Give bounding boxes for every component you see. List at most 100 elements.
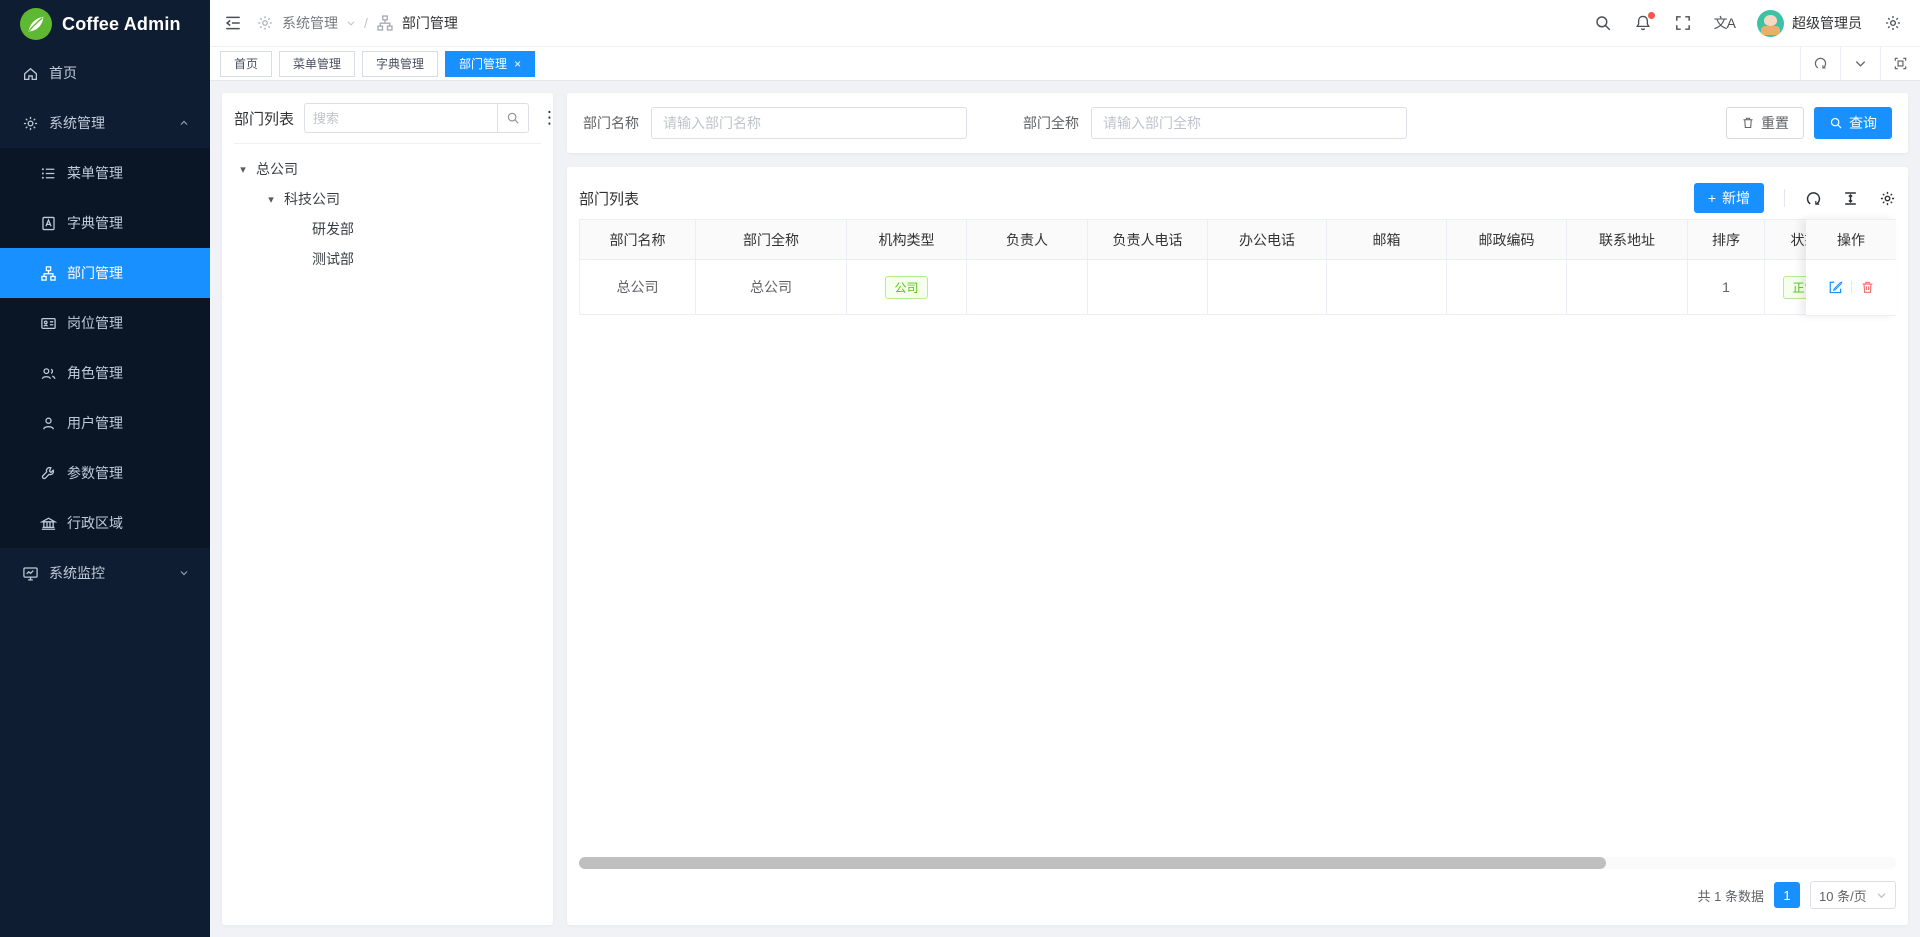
gear-icon (22, 115, 39, 132)
fullscreen-icon[interactable] (1674, 14, 1692, 32)
sidebar-item-label: 字典管理 (67, 213, 190, 233)
sidebar-item-region[interactable]: 行政区域 (0, 498, 210, 548)
page-1-button[interactable]: 1 (1774, 882, 1800, 908)
pagination-total: 共 1 条数据 (1698, 886, 1764, 905)
dept-fullname-label: 部门全称 (1023, 113, 1079, 133)
col-address[interactable]: 联系地址 (1567, 220, 1688, 260)
search-icon[interactable] (1594, 14, 1612, 32)
sidebar-item-menu-mgmt[interactable]: 菜单管理 (0, 148, 210, 198)
sidebar-item-dict-mgmt[interactable]: 字典管理 (0, 198, 210, 248)
sidebar-item-role-mgmt[interactable]: 角色管理 (0, 348, 210, 398)
sidebar-item-home[interactable]: 首页 (0, 48, 210, 98)
delete-row-icon[interactable] (1860, 280, 1875, 295)
notifications-bell-icon[interactable] (1634, 14, 1652, 32)
dept-fullname-input[interactable] (1091, 107, 1407, 139)
filter-bar: 部门名称 部门全称 重置 查询 (567, 93, 1908, 153)
tree-more-menu-icon[interactable]: ⋮ (539, 108, 560, 128)
col-dept-fullname[interactable]: 部门全称 (696, 220, 847, 260)
tab-dept-mgmt[interactable]: 部门管理 × (445, 51, 535, 77)
dept-table: 部门名称 部门全称 机构类型 负责人 负责人电话 办公电话 邮箱 邮政编码 联系… (579, 219, 1896, 315)
tree-node[interactable]: 研发部 (234, 214, 541, 244)
sidebar-item-label: 角色管理 (67, 363, 190, 383)
tree-search (304, 103, 529, 133)
wrench-icon (40, 465, 57, 482)
sidebar-item-label: 系统监控 (49, 563, 168, 583)
tree-node[interactable]: 测试部 (234, 244, 541, 274)
tree-node[interactable]: ▾ 总公司 (234, 154, 541, 184)
sidebar-item-system[interactable]: 系统管理 (0, 98, 210, 148)
tabbar: 首页 菜单管理 字典管理 部门管理 × (210, 47, 1920, 81)
search-button[interactable]: 查询 (1814, 107, 1892, 139)
trash-icon (1741, 116, 1755, 130)
search-icon (1829, 116, 1843, 130)
chevron-down-icon (346, 18, 356, 28)
col-email[interactable]: 邮箱 (1327, 220, 1447, 260)
sidebar-item-label: 行政区域 (67, 513, 190, 533)
content-area: 部门列表 ⋮ ▾ 总公司 ▾ (210, 81, 1920, 937)
sidebar-item-monitor[interactable]: 系统监控 (0, 548, 210, 598)
col-office-phone[interactable]: 办公电话 (1208, 220, 1327, 260)
org-chart-icon (376, 14, 394, 32)
table-row[interactable]: 总公司 总公司 公司 1 正 (580, 260, 1897, 315)
notification-badge (1648, 12, 1655, 19)
col-leader-phone[interactable]: 负责人电话 (1088, 220, 1208, 260)
tree-search-input[interactable] (304, 103, 497, 133)
tab-menu-mgmt[interactable]: 菜单管理 (279, 51, 355, 77)
collapse-sidebar-icon[interactable] (224, 14, 242, 32)
tree-panel-title: 部门列表 (234, 108, 294, 129)
leaf-logo-icon (20, 8, 52, 40)
refresh-tab-icon[interactable] (1800, 47, 1840, 80)
edit-row-icon[interactable] (1828, 280, 1843, 295)
tab-dict-mgmt[interactable]: 字典管理 (362, 51, 438, 77)
col-dept-name[interactable]: 部门名称 (580, 220, 696, 260)
dept-tree: ▾ 总公司 ▾ 科技公司 研发部 测试部 (234, 144, 541, 274)
caret-down-icon[interactable]: ▾ (236, 163, 250, 176)
list-icon (40, 165, 57, 182)
user-menu[interactable]: 超级管理员 (1757, 10, 1862, 37)
app-root: Coffee Admin 首页 系统管理 菜单管理 字典管理 (0, 0, 1920, 937)
horizontal-scrollbar[interactable] (579, 857, 1896, 869)
chevron-up-icon (178, 117, 190, 129)
refresh-table-icon[interactable] (1805, 190, 1822, 207)
tab-actions-chevron-icon[interactable] (1840, 47, 1880, 80)
bank-icon (40, 515, 57, 532)
dept-name-label: 部门名称 (583, 113, 639, 133)
column-settings-gear-icon[interactable] (1879, 190, 1896, 207)
col-sort[interactable]: 排序 (1688, 220, 1765, 260)
col-leader[interactable]: 负责人 (967, 220, 1088, 260)
tree-search-button[interactable] (497, 103, 529, 133)
main-area: 系统管理 / 部门管理 (210, 0, 1920, 937)
org-chart-icon (40, 265, 57, 282)
tab-home[interactable]: 首页 (220, 51, 272, 77)
sidebar-item-post-mgmt[interactable]: 岗位管理 (0, 298, 210, 348)
col-operations: 操作 (1806, 219, 1896, 260)
sidebar-item-label: 首页 (49, 63, 190, 83)
table-title: 部门列表 (579, 188, 639, 209)
chevron-down-icon (178, 567, 190, 579)
sidebar-item-param-mgmt[interactable]: 参数管理 (0, 448, 210, 498)
breadcrumb-current: 部门管理 (402, 13, 458, 33)
add-button[interactable]: + 新增 (1694, 183, 1764, 213)
reset-button[interactable]: 重置 (1726, 107, 1804, 139)
sidebar-menu: 首页 系统管理 菜单管理 字典管理 部门管理 (0, 48, 210, 937)
sidebar-item-label: 系统管理 (49, 113, 168, 133)
translate-icon[interactable]: 文A (1714, 13, 1735, 33)
maximize-content-icon[interactable] (1880, 47, 1920, 80)
col-org-type[interactable]: 机构类型 (847, 220, 967, 260)
col-postal-code[interactable]: 邮政编码 (1447, 220, 1567, 260)
caret-down-icon[interactable]: ▾ (264, 193, 278, 206)
scrollbar-thumb[interactable] (579, 857, 1606, 869)
dept-name-input[interactable] (651, 107, 967, 139)
breadcrumb: 系统管理 / 部门管理 (256, 13, 458, 33)
tree-node[interactable]: ▾ 科技公司 (234, 184, 541, 214)
page-size-select[interactable]: 10 条/页 (1810, 881, 1896, 909)
org-type-tag: 公司 (885, 276, 927, 299)
breadcrumb-separator: / (364, 15, 368, 31)
tab-close-icon[interactable]: × (514, 58, 521, 70)
breadcrumb-parent[interactable]: 系统管理 (282, 13, 338, 33)
sidebar-item-dept-mgmt[interactable]: 部门管理 (0, 248, 210, 298)
sidebar-item-user-mgmt[interactable]: 用户管理 (0, 398, 210, 448)
settings-gear-icon[interactable] (1884, 14, 1902, 32)
logo[interactable]: Coffee Admin (0, 0, 210, 48)
row-height-icon[interactable] (1842, 190, 1859, 207)
